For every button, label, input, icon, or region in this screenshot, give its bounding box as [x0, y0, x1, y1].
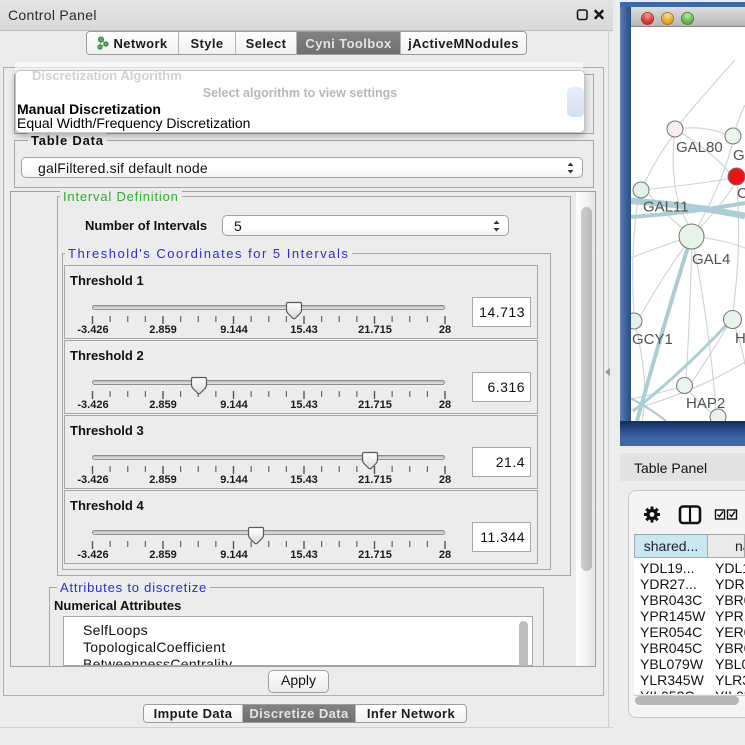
svg-text:GCY1: GCY1 — [632, 331, 673, 348]
svg-text:CYC8: CYC8 — [737, 185, 745, 202]
svg-text:HAP2: HAP2 — [686, 395, 725, 412]
svg-text:HIS7: HIS7 — [735, 330, 745, 347]
svg-text:GAL11: GAL11 — [643, 199, 689, 216]
svg-text:GAL80: GAL80 — [676, 139, 723, 156]
svg-text:GAL4: GAL4 — [692, 251, 730, 268]
svg-text:GAL2: GAL2 — [733, 147, 745, 164]
